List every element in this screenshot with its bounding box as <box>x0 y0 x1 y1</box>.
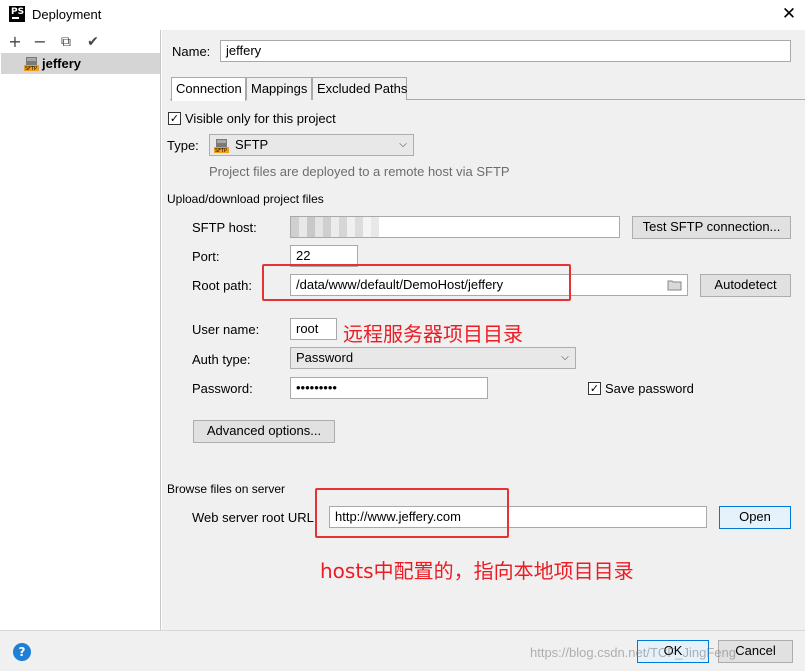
close-icon[interactable]: ✕ <box>779 4 799 24</box>
sftp-host-input[interactable] <box>290 216 620 238</box>
add-icon[interactable]: + <box>6 34 24 52</box>
sftp-icon: SFTP <box>214 139 229 153</box>
name-input[interactable]: jeffery <box>220 40 791 62</box>
folder-icon[interactable] <box>667 279 682 291</box>
check-icon[interactable]: ✔ <box>84 34 102 52</box>
server-list-panel <box>0 30 161 630</box>
server-name-label: jeffery <box>42 56 82 71</box>
upload-section-title: Upload/download project files <box>167 192 324 206</box>
auth-type-label: Auth type: <box>192 352 251 367</box>
password-input[interactable]: ••••••••• <box>290 377 488 399</box>
password-label: Password: <box>192 381 253 396</box>
tab-excluded-paths[interactable]: Excluded Paths <box>312 77 407 100</box>
type-select[interactable]: SFTP <box>209 134 414 156</box>
autodetect-button[interactable]: Autodetect <box>700 274 791 297</box>
save-password-label: Save password <box>605 381 694 396</box>
browse-section-title: Browse files on server <box>167 482 286 496</box>
visible-only-label: Visible only for this project <box>185 111 336 126</box>
url-highlight <box>315 488 509 538</box>
auth-type-select[interactable]: Password <box>290 347 576 369</box>
port-label: Port: <box>192 249 220 264</box>
svg-text:SFTP: SFTP <box>215 148 227 153</box>
chevron-down-icon: ⌵ <box>399 139 407 150</box>
title-bar <box>0 0 805 30</box>
root-path-label: Root path: <box>192 278 252 293</box>
root-path-highlight <box>262 264 571 301</box>
root-path-annotation: 远程服务器项目目录 <box>343 322 523 346</box>
sftp-icon: SFTP <box>24 57 39 71</box>
type-label: Type: <box>167 138 199 153</box>
chevron-down-icon: ⌵ <box>561 352 569 363</box>
username-label: User name: <box>192 322 260 337</box>
remove-icon[interactable]: − <box>31 34 49 52</box>
tab-mappings[interactable]: Mappings <box>246 77 312 100</box>
advanced-options-button[interactable]: Advanced options... <box>193 420 335 443</box>
phpstorm-app-icon: PS <box>9 6 25 22</box>
visible-only-checkbox[interactable]: ✓ <box>168 112 181 125</box>
url-annotation: hosts中配置的，指向本地项目目录 <box>320 559 634 583</box>
copy-icon[interactable]: ⧉ <box>57 34 75 52</box>
help-icon[interactable]: ? <box>13 643 31 661</box>
type-hint: Project files are deployed to a remote h… <box>209 164 510 179</box>
name-label: Name: <box>172 44 211 59</box>
tab-connection[interactable]: Connection <box>171 77 246 101</box>
sftp-host-label: SFTP host: <box>192 220 257 235</box>
watermark: https://blog.csdn.net/TCF_JingFeng <box>530 645 736 660</box>
web-root-url-label: Web server root URL: <box>192 510 318 525</box>
username-input[interactable]: root <box>290 318 337 340</box>
open-button[interactable]: Open <box>719 506 791 529</box>
save-password-checkbox[interactable]: ✓ <box>588 382 601 395</box>
svg-text:SFTP: SFTP <box>25 66 37 71</box>
test-sftp-connection-button[interactable]: Test SFTP connection... <box>632 216 791 239</box>
window-title: Deployment <box>32 7 102 22</box>
